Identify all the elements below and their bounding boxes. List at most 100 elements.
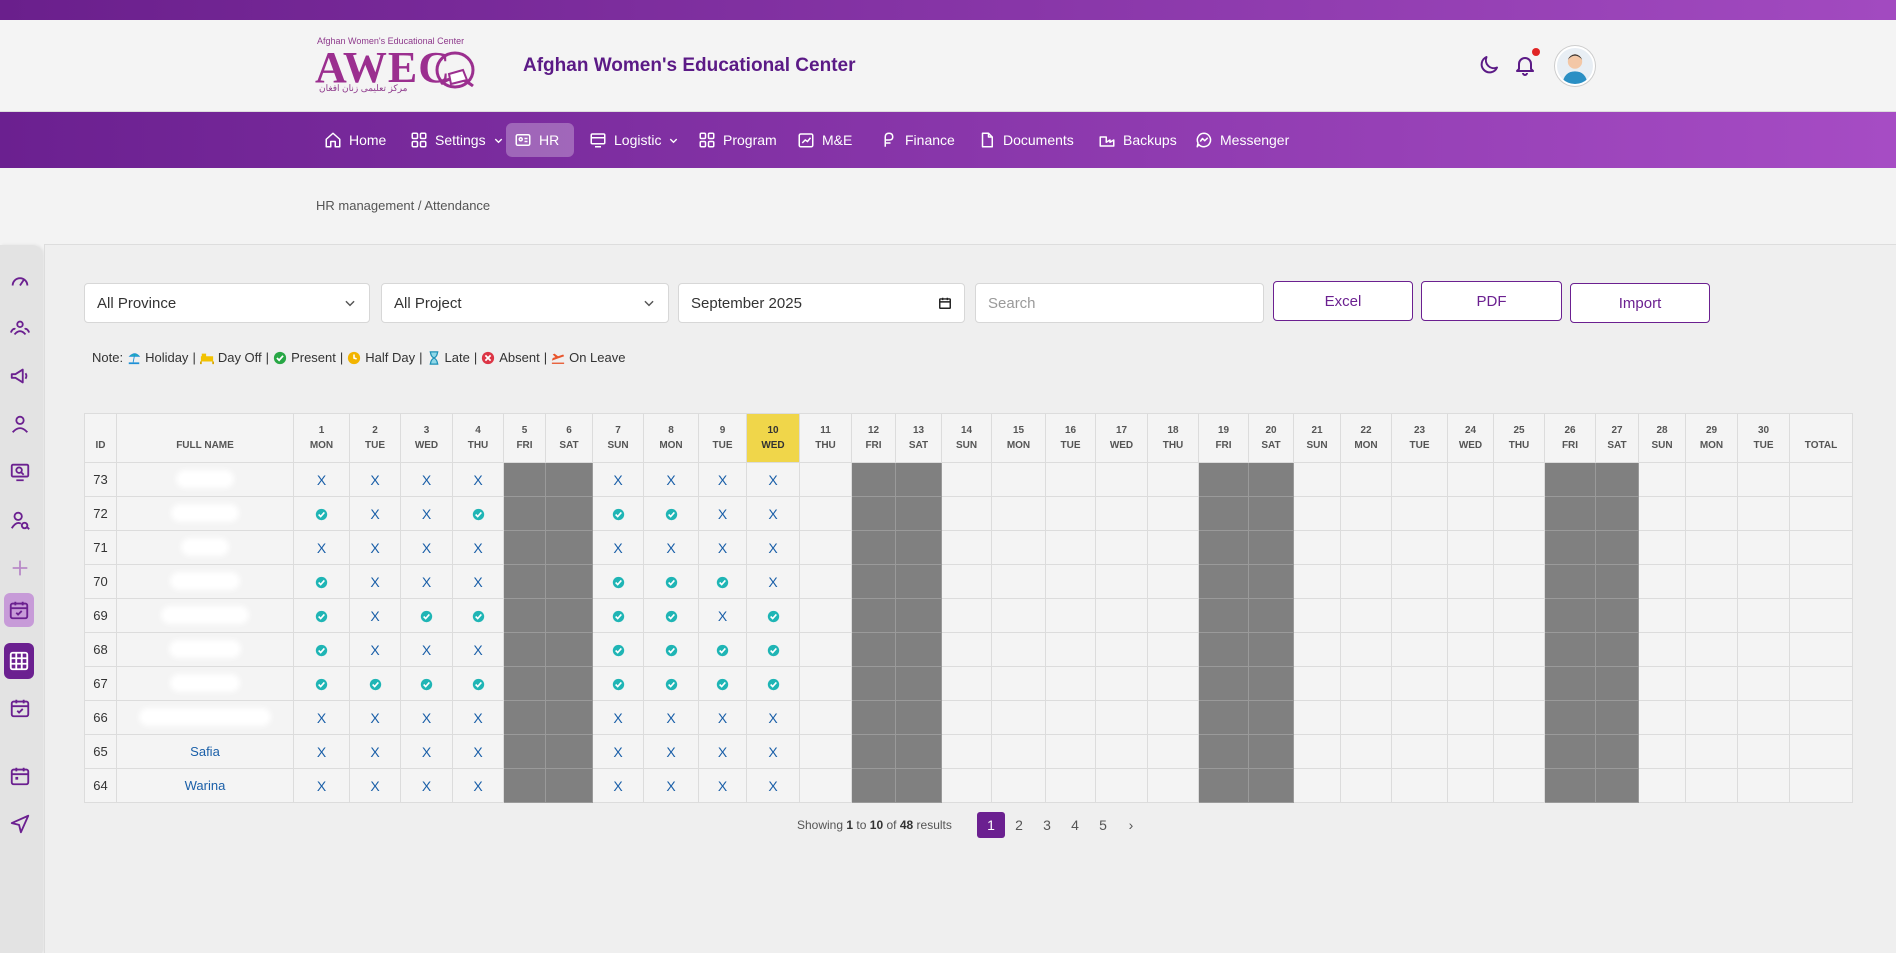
- weekend-cell[interactable]: [503, 598, 546, 633]
- attendance-cell[interactable]: [799, 530, 852, 565]
- attendance-cell[interactable]: [1147, 632, 1199, 667]
- attendance-cell[interactable]: [746, 666, 800, 701]
- weekend-cell[interactable]: [503, 462, 546, 497]
- attendance-cell[interactable]: [991, 496, 1046, 531]
- weekend-cell[interactable]: [1595, 496, 1639, 531]
- project-select[interactable]: All Project: [381, 283, 669, 323]
- attendance-cell[interactable]: [1737, 496, 1790, 531]
- megaphone-icon[interactable]: [9, 365, 31, 387]
- attendance-cell[interactable]: X: [643, 700, 699, 735]
- attendance-cell[interactable]: X: [293, 734, 350, 769]
- bell-icon[interactable]: [1513, 53, 1537, 77]
- attendance-cell[interactable]: [1638, 564, 1686, 599]
- attendance-cell[interactable]: [1293, 564, 1341, 599]
- attendance-cell[interactable]: [1685, 496, 1738, 531]
- attendance-cell[interactable]: X: [293, 700, 350, 735]
- weekend-cell[interactable]: [1198, 564, 1249, 599]
- attendance-cell[interactable]: [941, 598, 992, 633]
- nav-backups[interactable]: Backups: [1090, 123, 1185, 157]
- attendance-cell[interactable]: [1095, 496, 1148, 531]
- attendance-cell[interactable]: X: [293, 768, 350, 803]
- attendance-cell[interactable]: [1045, 768, 1096, 803]
- weekend-cell[interactable]: [1248, 462, 1294, 497]
- attendance-cell[interactable]: [1447, 496, 1494, 531]
- attendance-cell[interactable]: X: [698, 700, 747, 735]
- attendance-cell[interactable]: [1493, 666, 1545, 701]
- attendance-cell[interactable]: [293, 564, 350, 599]
- attendance-cell[interactable]: [1737, 632, 1790, 667]
- weekend-cell[interactable]: [851, 632, 896, 667]
- attendance-cell[interactable]: X: [746, 700, 800, 735]
- attendance-cell[interactable]: [1737, 598, 1790, 633]
- attendance-cell[interactable]: [592, 632, 644, 667]
- attendance-cell[interactable]: [1447, 666, 1494, 701]
- attendance-cell[interactable]: X: [452, 768, 504, 803]
- attendance-cell[interactable]: [1638, 632, 1686, 667]
- weekend-cell[interactable]: [895, 462, 942, 497]
- nav-me[interactable]: M&E: [789, 123, 860, 157]
- attendance-cell[interactable]: [1391, 768, 1448, 803]
- nav-documents[interactable]: Documents: [970, 123, 1082, 157]
- user-icon[interactable]: [9, 413, 31, 435]
- attendance-cell[interactable]: [293, 496, 350, 531]
- employee-name[interactable]: [116, 632, 294, 667]
- attendance-cell[interactable]: [1737, 734, 1790, 769]
- attendance-cell[interactable]: X: [746, 768, 800, 803]
- attendance-cell[interactable]: [452, 666, 504, 701]
- attendance-cell[interactable]: [1147, 734, 1199, 769]
- attendance-cell[interactable]: [1391, 496, 1448, 531]
- user-search-icon[interactable]: [9, 509, 31, 531]
- attendance-cell[interactable]: X: [698, 598, 747, 633]
- attendance-cell[interactable]: [1045, 598, 1096, 633]
- attendance-cell[interactable]: [799, 598, 852, 633]
- nav-settings[interactable]: Settings: [402, 123, 512, 157]
- employee-name[interactable]: Safia: [116, 734, 294, 769]
- weekend-cell[interactable]: [1544, 564, 1596, 599]
- attendance-cell[interactable]: [991, 462, 1046, 497]
- attendance-cell[interactable]: [1293, 768, 1341, 803]
- attendance-cell[interactable]: X: [349, 462, 401, 497]
- weekend-cell[interactable]: [1544, 666, 1596, 701]
- attendance-cell[interactable]: [941, 768, 992, 803]
- attendance-cell[interactable]: [1447, 632, 1494, 667]
- weekend-cell[interactable]: [1544, 632, 1596, 667]
- attendance-cell[interactable]: [1447, 530, 1494, 565]
- attendance-cell[interactable]: [1340, 632, 1392, 667]
- attendance-cell[interactable]: [698, 632, 747, 667]
- nav-hr[interactable]: HR: [506, 123, 574, 157]
- attendance-cell[interactable]: X: [746, 530, 800, 565]
- attendance-cell[interactable]: [1293, 530, 1341, 565]
- employee-name[interactable]: [116, 462, 294, 497]
- attendance-cell[interactable]: [941, 666, 992, 701]
- nav-program[interactable]: Program: [690, 123, 785, 157]
- attendance-cell[interactable]: [799, 496, 852, 531]
- weekend-cell[interactable]: [503, 564, 546, 599]
- page-3-button[interactable]: 3: [1033, 812, 1061, 838]
- attendance-cell[interactable]: [799, 700, 852, 735]
- attendance-cell[interactable]: [1293, 666, 1341, 701]
- attendance-cell[interactable]: [1447, 462, 1494, 497]
- attendance-cell[interactable]: [1638, 734, 1686, 769]
- attendance-cell[interactable]: [1737, 462, 1790, 497]
- employee-name[interactable]: [116, 496, 294, 531]
- page-1-button[interactable]: 1: [977, 812, 1005, 838]
- attendance-cell[interactable]: [1391, 530, 1448, 565]
- attendance-cell[interactable]: X: [746, 734, 800, 769]
- attendance-cell[interactable]: [1045, 564, 1096, 599]
- attendance-cell[interactable]: [1737, 530, 1790, 565]
- attendance-cell[interactable]: [643, 632, 699, 667]
- attendance-cell[interactable]: [1391, 632, 1448, 667]
- attendance-cell[interactable]: [991, 530, 1046, 565]
- weekend-cell[interactable]: [895, 496, 942, 531]
- attendance-cell[interactable]: [1147, 666, 1199, 701]
- attendance-cell[interactable]: [991, 768, 1046, 803]
- attendance-cell[interactable]: [799, 666, 852, 701]
- attendance-cell[interactable]: [799, 734, 852, 769]
- attendance-cell[interactable]: [1391, 598, 1448, 633]
- attendance-cell[interactable]: [400, 598, 453, 633]
- attendance-cell[interactable]: X: [592, 530, 644, 565]
- attendance-cell[interactable]: X: [746, 564, 800, 599]
- weekend-cell[interactable]: [545, 496, 593, 531]
- attendance-cell[interactable]: X: [293, 462, 350, 497]
- attendance-cell[interactable]: [1340, 462, 1392, 497]
